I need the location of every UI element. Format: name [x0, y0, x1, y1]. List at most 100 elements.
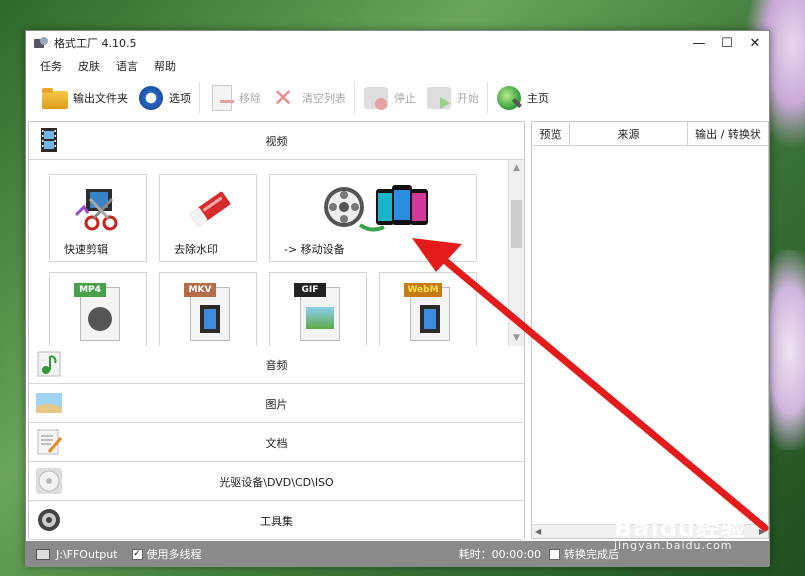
menu-language[interactable]: 语言	[114, 56, 140, 76]
webm-badge: WebM	[404, 283, 442, 297]
film-icon	[41, 128, 57, 152]
tile-mp4[interactable]: MP4	[49, 272, 147, 346]
multithread-label: 使用多线程	[146, 548, 202, 561]
tile-quick-clip[interactable]: 快速剪辑	[49, 174, 147, 262]
start-label: 开始	[457, 92, 479, 105]
scroll-right-icon[interactable]: ▶	[759, 527, 765, 536]
task-list-panel: 预览 来源 输出 / 转换状 ◀ ▶	[531, 121, 769, 539]
eraser-icon	[189, 191, 231, 227]
multithread-checkbox[interactable]: ✓	[131, 548, 143, 560]
tile-mobile-device[interactable]: -> 移动设备	[269, 174, 477, 262]
toolbar: 输出文件夹 选项 移除 清空列表 停止 开始 主页	[26, 77, 769, 119]
after-convert-checkbox[interactable]	[549, 548, 560, 560]
category-tools-label: 工具集	[260, 514, 293, 528]
picture-icon	[36, 393, 62, 413]
tile-mkv[interactable]: MKV	[159, 272, 257, 346]
document-icon	[37, 429, 63, 455]
category-image-label: 图片	[265, 397, 288, 411]
options-button[interactable]: 选项	[136, 80, 191, 116]
category-video[interactable]: 视频	[29, 122, 524, 160]
window-title: 格式工厂 4.10.5	[54, 37, 137, 50]
webm-file-icon: WebM	[404, 281, 454, 343]
mp4-file-icon: MP4	[74, 281, 124, 343]
scroll-down-icon[interactable]: ▼	[509, 330, 524, 346]
video-tools-grid: 快速剪辑 去除水印 -> 移动设备 MP4 MKV GIF WebM	[29, 160, 526, 346]
category-document[interactable]: 文档	[29, 424, 524, 462]
mobile-device-label: -> 移动设备	[284, 243, 345, 256]
scissors-film-icon	[74, 189, 118, 231]
gif-file-icon: GIF	[294, 281, 344, 343]
category-document-label: 文档	[265, 436, 288, 450]
menu-skin[interactable]: 皮肤	[76, 56, 102, 76]
scroll-up-icon[interactable]: ▲	[509, 160, 524, 176]
options-label: 选项	[169, 92, 191, 105]
column-output-status[interactable]: 输出 / 转换状	[688, 122, 768, 145]
toolbox-icon	[38, 509, 60, 531]
category-video-label: 视频	[265, 134, 288, 148]
maximize-button[interactable]: ☐	[713, 31, 741, 55]
stop-button[interactable]: 停止	[361, 80, 416, 116]
music-note-icon	[37, 351, 61, 377]
tile-gif[interactable]: GIF	[269, 272, 367, 346]
toolbar-divider	[199, 82, 200, 114]
remove-button[interactable]: 移除	[206, 80, 261, 116]
category-image[interactable]: 图片	[29, 385, 524, 423]
quick-clip-label: 快速剪辑	[64, 243, 108, 256]
output-path[interactable]: J:\FFOutput	[56, 548, 118, 561]
after-convert-label: 转换完成后	[564, 548, 619, 561]
format-factory-window: 格式工厂 4.10.5 — ☐ ✕ 任务 皮肤 语言 帮助 输出文件夹 选项 移…	[25, 30, 770, 567]
close-button[interactable]: ✕	[741, 31, 769, 55]
clear-list-button[interactable]: 清空列表	[269, 80, 346, 116]
app-icon	[34, 37, 48, 49]
clear-list-label: 清空列表	[302, 92, 346, 105]
output-folder-button[interactable]: 输出文件夹	[40, 80, 128, 116]
toolbar-divider	[487, 82, 488, 114]
mkv-file-icon: MKV	[184, 281, 234, 343]
output-folder-label: 输出文件夹	[73, 92, 128, 105]
mkv-badge: MKV	[184, 283, 216, 297]
menu-help[interactable]: 帮助	[152, 56, 178, 76]
category-audio-label: 音频	[265, 358, 288, 372]
mp4-badge: MP4	[74, 283, 106, 297]
scroll-left-icon[interactable]: ◀	[535, 527, 541, 536]
tile-webm[interactable]: WebM	[379, 272, 477, 346]
category-tools[interactable]: 工具集	[29, 502, 524, 540]
start-icon	[424, 83, 454, 113]
task-table-header: 预览 来源 输出 / 转换状	[532, 122, 768, 146]
clear-icon	[269, 83, 299, 113]
scroll-thumb[interactable]	[511, 200, 522, 248]
mobile-device-icon	[324, 185, 428, 232]
elapsed-time: 耗时：00:00:00	[458, 548, 541, 561]
category-disc[interactable]: 光驱设备\DVD\CD\ISO	[29, 463, 524, 501]
watermark-site: jingyan.baidu.com	[614, 539, 733, 552]
remove-label: 移除	[239, 92, 261, 105]
remove-watermark-label: 去除水印	[174, 243, 218, 256]
toolbar-divider	[354, 82, 355, 114]
category-panel: 视频 快速剪辑 去除水印 -> 移动设备 MP4 MKV GIF WebM ▲ …	[28, 121, 526, 540]
home-icon	[494, 83, 524, 113]
tile-remove-watermark[interactable]: 去除水印	[159, 174, 257, 262]
column-preview[interactable]: 预览	[532, 122, 570, 145]
category-audio[interactable]: 音频	[29, 346, 524, 384]
watermark-logo: Baidu经验	[614, 514, 746, 542]
output-folder-icon[interactable]	[36, 548, 50, 560]
folder-icon	[40, 83, 70, 113]
menu-bar: 任务 皮肤 语言 帮助	[26, 55, 769, 77]
video-scrollbar[interactable]: ▲ ▼	[508, 160, 524, 346]
start-button[interactable]: 开始	[424, 80, 479, 116]
window-controls: — ☐ ✕	[685, 31, 769, 55]
minimize-button[interactable]: —	[685, 31, 713, 55]
baidu-watermark: Baidu经验 jingyan.baidu.com	[614, 508, 746, 552]
options-icon	[136, 83, 166, 113]
home-button[interactable]: 主页	[494, 80, 549, 116]
title-bar: 格式工厂 4.10.5 — ☐ ✕	[26, 31, 769, 55]
remove-icon	[206, 83, 236, 113]
home-label: 主页	[527, 92, 549, 105]
gif-badge: GIF	[294, 283, 326, 297]
stop-icon	[361, 83, 391, 113]
stop-label: 停止	[394, 92, 416, 105]
menu-task[interactable]: 任务	[38, 56, 64, 76]
column-source[interactable]: 来源	[570, 122, 688, 145]
disc-icon	[36, 468, 62, 494]
category-disc-label: 光驱设备\DVD\CD\ISO	[219, 475, 334, 489]
